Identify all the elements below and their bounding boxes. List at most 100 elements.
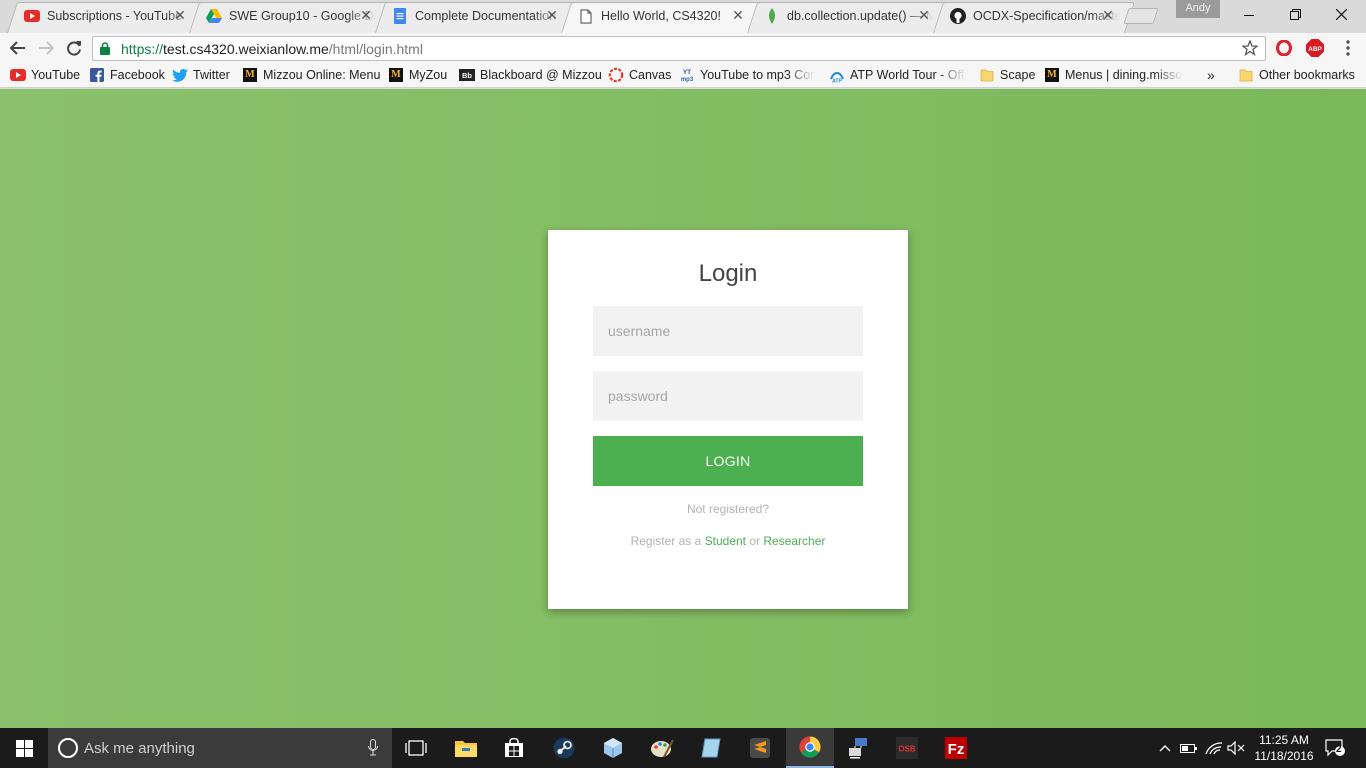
tab-documentation-content[interactable]: Complete Documentation bbox=[392, 4, 562, 28]
opera-extension-icon[interactable] bbox=[1274, 38, 1294, 58]
store-icon[interactable] bbox=[490, 728, 538, 768]
youtube-icon bbox=[24, 8, 40, 24]
register-researcher-link[interactable]: Researcher bbox=[763, 534, 825, 548]
svg-text:YT: YT bbox=[683, 69, 691, 76]
chrome-menu-icon[interactable] bbox=[1338, 38, 1358, 58]
ytmp3-icon: YT mp3 bbox=[679, 67, 695, 83]
new-tab-button[interactable] bbox=[1123, 8, 1159, 24]
steam-icon[interactable] bbox=[540, 728, 588, 768]
page-icon bbox=[578, 8, 594, 24]
page-background: Login LOGIN Not registered? Register as … bbox=[0, 89, 1366, 728]
bookmark-star-icon[interactable] bbox=[1241, 39, 1259, 59]
notification-count: 2 bbox=[1336, 744, 1342, 755]
filezilla-icon[interactable]: Fz bbox=[932, 728, 980, 768]
svg-text:mp3: mp3 bbox=[681, 77, 694, 83]
bookmark-youtube[interactable]: YouTube bbox=[10, 66, 80, 84]
bookmark-menus-dining[interactable]: M Menus | dining.missouri.edu bbox=[1044, 66, 1183, 84]
tab-close-icon[interactable]: ✕ bbox=[172, 7, 188, 23]
bookmark-mizzou-online-menu[interactable]: M Mizzou Online: Menu bbox=[242, 66, 380, 84]
microphone-icon[interactable] bbox=[368, 739, 378, 759]
bookmark-blackboard[interactable]: Bb Blackboard @ Mizzou bbox=[459, 66, 602, 84]
back-arrow-icon[interactable] bbox=[7, 37, 29, 59]
bookmark-label: Menus | dining.missouri.edu bbox=[1065, 68, 1183, 82]
tab-hello-world-content[interactable]: Hello World, CS4320! bbox=[578, 4, 748, 28]
tab-mongodb-content[interactable]: db.collection.update() — MongoDB bbox=[764, 4, 934, 28]
register-message: Register as a Student or Researcher bbox=[548, 534, 908, 548]
bookmark-label: Other bookmarks bbox=[1259, 68, 1355, 82]
chrome-taskbar-icon[interactable] bbox=[786, 728, 834, 768]
blackboard-icon: Bb bbox=[459, 67, 475, 83]
mizzou-icon: M bbox=[1044, 67, 1060, 83]
google-drive-icon bbox=[206, 8, 222, 24]
tab-close-icon[interactable]: ✕ bbox=[916, 7, 932, 23]
bookmark-scape[interactable]: Scape bbox=[979, 66, 1035, 84]
username-input[interactable] bbox=[593, 306, 863, 356]
network-app-icon[interactable] bbox=[834, 728, 882, 768]
bookmark-facebook[interactable]: Facebook bbox=[89, 66, 165, 84]
profile-button[interactable]: Andy bbox=[1176, 0, 1220, 18]
windows-start-icon[interactable] bbox=[0, 728, 48, 768]
url-text: https://test.cs4320.weixianlow.me/html/l… bbox=[121, 41, 423, 57]
file-explorer-icon[interactable] bbox=[442, 728, 490, 768]
youtube-icon bbox=[10, 67, 26, 83]
chevron-up-icon[interactable] bbox=[1156, 739, 1174, 757]
adblock-plus-icon[interactable]: ABP bbox=[1305, 38, 1325, 58]
mizzou-icon: M bbox=[242, 67, 258, 83]
clock-time: 11:25 AM bbox=[1259, 733, 1309, 747]
more-bookmarks-button[interactable]: » bbox=[1207, 66, 1215, 84]
bookmark-atp-world-tour[interactable]: ATP ATP World Tour - Official bbox=[829, 66, 966, 84]
bookmark-twitter[interactable]: Twitter bbox=[172, 66, 230, 84]
tab-subscriptions-content[interactable]: Subscriptions - YouTube bbox=[24, 4, 194, 28]
tab-close-icon[interactable]: ✕ bbox=[730, 7, 746, 23]
battery-icon[interactable] bbox=[1180, 739, 1198, 757]
forward-arrow-icon[interactable] bbox=[35, 37, 57, 59]
bookmark-myzou[interactable]: M MyZou bbox=[388, 66, 447, 84]
register-student-link[interactable]: Student bbox=[705, 534, 746, 548]
tab-title: SWE Group10 - Google Drive bbox=[229, 9, 376, 23]
tab-swe-group10-content[interactable]: SWE Group10 - Google Drive bbox=[206, 4, 376, 28]
restore-icon[interactable] bbox=[1272, 0, 1318, 29]
tab-ocdx-content[interactable]: OCDX-Specification/master bbox=[950, 4, 1120, 28]
volume-muted-icon[interactable] bbox=[1227, 739, 1245, 757]
obs-icon[interactable]: OSB bbox=[883, 728, 931, 768]
canvas-icon bbox=[608, 67, 624, 83]
wifi-icon[interactable] bbox=[1205, 739, 1223, 757]
bookmark-label: Mizzou Online: Menu bbox=[263, 68, 381, 82]
register-or: or bbox=[746, 534, 764, 548]
mongodb-icon bbox=[764, 8, 780, 24]
cortana-search-box[interactable]: Ask me anything bbox=[48, 728, 392, 768]
twitter-icon bbox=[172, 67, 188, 83]
svg-text:Bb: Bb bbox=[462, 71, 472, 80]
url-path: /html/login.html bbox=[328, 41, 423, 57]
tab-close-icon[interactable]: ✕ bbox=[358, 7, 374, 23]
windows-taskbar: Ask me anything OSB Fz 11:25 AM 11/18/20… bbox=[0, 728, 1366, 768]
register-prefix: Register as a bbox=[630, 534, 705, 548]
bookmark-canvas[interactable]: Canvas bbox=[608, 66, 671, 84]
bookmark-label: Facebook bbox=[110, 68, 165, 82]
bookmark-label: Canvas bbox=[629, 68, 672, 82]
login-card: Login LOGIN Not registered? Register as … bbox=[548, 230, 908, 609]
bookmarks-bar: YouTube Facebook Twitter M Mizzou Online… bbox=[0, 63, 1366, 88]
tab-close-icon[interactable]: ✕ bbox=[1100, 7, 1116, 23]
bookmark-label: Blackboard @ Mizzou bbox=[480, 68, 602, 82]
paint-icon[interactable] bbox=[638, 728, 686, 768]
taskbar-clock[interactable]: 11:25 AM 11/18/2016 bbox=[1246, 732, 1322, 764]
other-bookmarks-folder[interactable]: Other bookmarks bbox=[1238, 66, 1355, 84]
app-tile-icon[interactable] bbox=[687, 728, 735, 768]
login-button[interactable]: LOGIN bbox=[593, 436, 863, 486]
task-view-icon[interactable] bbox=[392, 728, 440, 768]
action-center-icon[interactable]: 2 bbox=[1324, 739, 1346, 757]
sublime-text-icon[interactable] bbox=[736, 728, 784, 768]
password-input[interactable] bbox=[593, 371, 863, 421]
bookmark-label: ATP World Tour - Official bbox=[850, 68, 966, 82]
tab-close-icon[interactable]: ✕ bbox=[544, 7, 560, 23]
atp-icon: ATP bbox=[829, 67, 845, 83]
bookmark-youtube-to-mp3[interactable]: YTmp3 YouTube to mp3 Converter bbox=[679, 66, 815, 84]
virtualbox-icon[interactable] bbox=[589, 728, 637, 768]
address-bar[interactable]: https://test.cs4320.weixianlow.me/html/l… bbox=[92, 36, 1266, 61]
svg-text:Fz: Fz bbox=[948, 741, 965, 758]
reload-icon[interactable] bbox=[63, 37, 85, 59]
minimize-icon[interactable] bbox=[1226, 0, 1272, 29]
close-window-icon[interactable] bbox=[1318, 0, 1364, 29]
svg-text:ABP: ABP bbox=[1308, 46, 1322, 53]
